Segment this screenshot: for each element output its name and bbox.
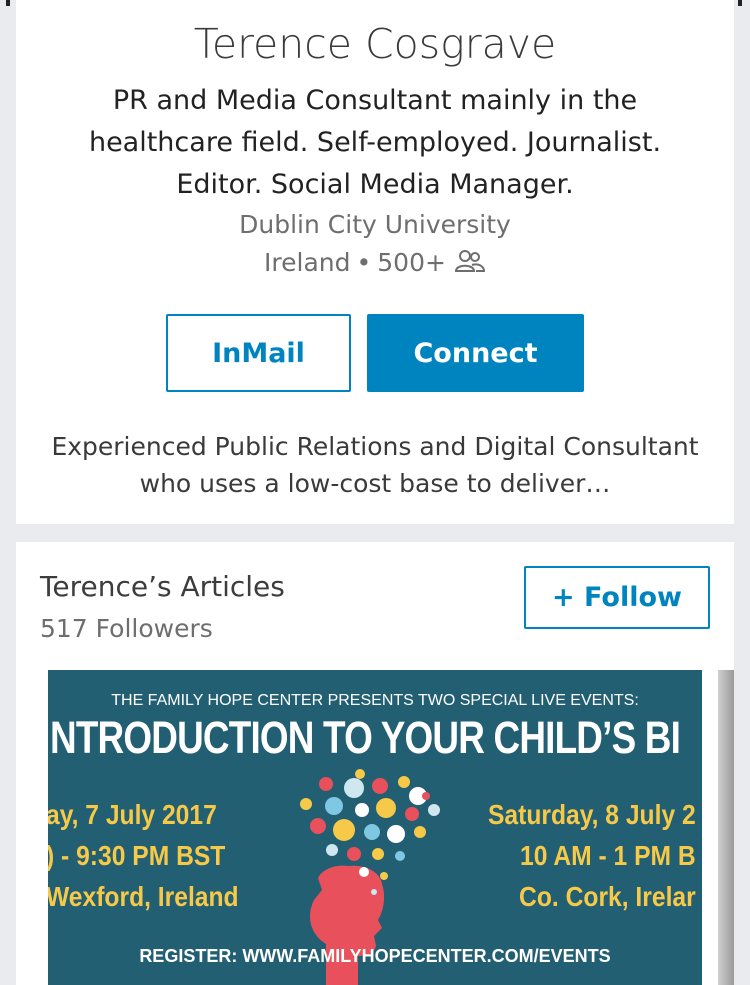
inmail-button[interactable]: InMail [166, 314, 351, 392]
event-left-details: ay, 7 July 2017 ) - 9:30 PM BST Wexford,… [48, 794, 239, 917]
profile-location: Ireland [264, 248, 351, 277]
event-right-date: Saturday, 8 July 2 [488, 799, 696, 830]
event-right-time: 10 AM - 1 PM B [519, 840, 696, 871]
connection-count: 500+ [377, 248, 446, 277]
article-thumbnail[interactable]: THE FAMILY HOPE CENTER PRESENTS TWO SPEC… [48, 670, 702, 985]
event-left-date: ay, 7 July 2017 [48, 799, 217, 830]
articles-title: Terence’s Articles [40, 570, 285, 603]
top-right-edge-mark [738, 0, 742, 6]
profile-headline: PR and Media Consultant mainly in the he… [88, 85, 662, 200]
separator-dot: • [356, 248, 372, 277]
connect-button[interactable]: Connect [367, 314, 584, 392]
event-right-details: Saturday, 8 July 2 10 AM - 1 PM B Co. Co… [488, 794, 696, 917]
event-left-time: ) - 9:30 PM BST [48, 840, 226, 871]
profile-summary[interactable]: Experienced Public Relations and Digital… [46, 428, 704, 502]
event-headline: NTRODUCTION TO YOUR CHILD’S BI [50, 712, 681, 763]
top-left-edge-mark [6, 0, 10, 6]
next-article-thumbnail[interactable] [718, 670, 734, 985]
people-icon [454, 250, 485, 272]
location-row: Ireland • 500+ [16, 248, 734, 277]
event-register-line: REGISTER: WWW.FAMILYHOPECENTER.COM/EVENT… [139, 946, 611, 966]
profile-card: Terence Cosgrave PR and Media Consultant… [16, 0, 734, 524]
event-presenter-line: THE FAMILY HOPE CENTER PRESENTS TWO SPEC… [111, 692, 639, 709]
articles-card: Terence’s Articles 517 Followers + Follo… [16, 542, 734, 985]
event-right-place: Co. Cork, Irelar [519, 881, 696, 912]
followers-count: 517 Followers [40, 614, 213, 643]
profile-school: Dublin City University [239, 210, 511, 239]
follow-button[interactable]: + Follow [524, 566, 710, 629]
event-left-place: Wexford, Ireland [48, 881, 239, 912]
profile-name: Terence Cosgrave [193, 20, 557, 68]
